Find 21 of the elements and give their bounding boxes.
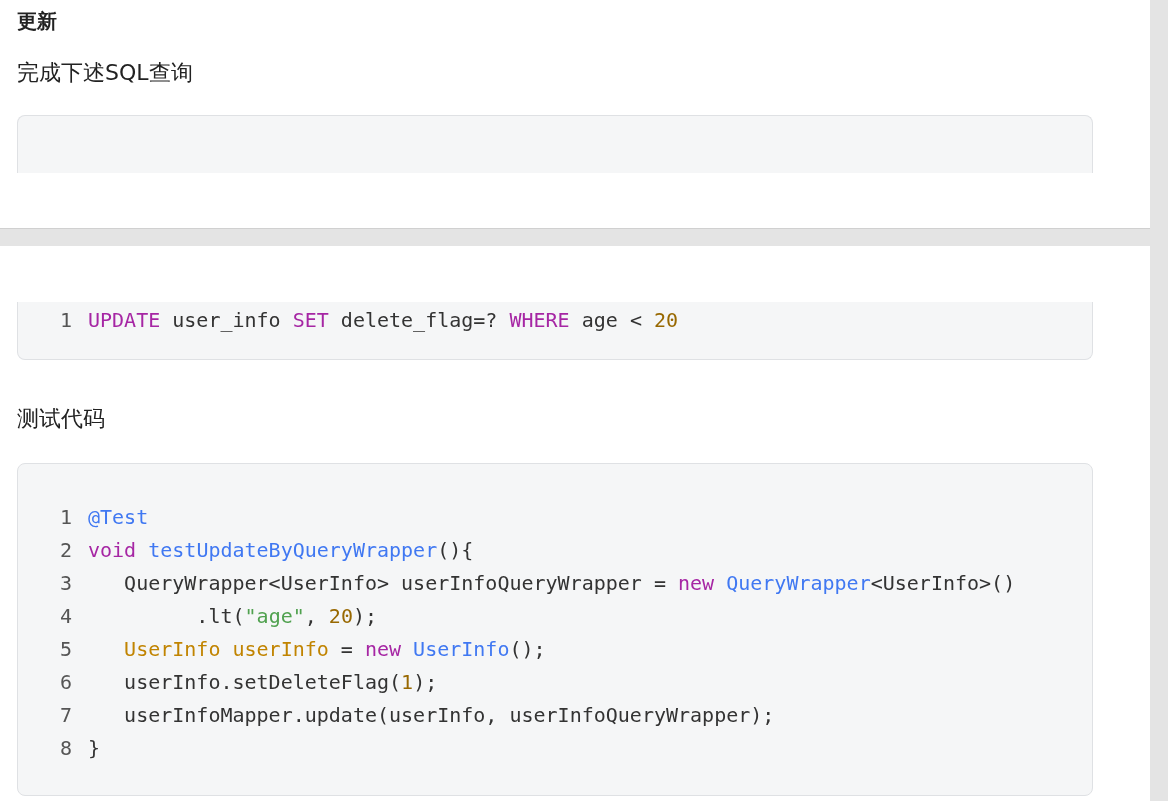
code-line: UserInfo userInfo = new UserInfo(); <box>123 636 546 663</box>
line-number: 3 <box>58 570 73 597</box>
code-line: .lt("age", 20); <box>195 603 378 630</box>
line-number: 2 <box>58 537 73 564</box>
paragraph: 测试代码 <box>17 405 106 433</box>
code-line: } <box>88 735 101 762</box>
line-number: 4 <box>58 603 73 630</box>
code-line: userInfoMapper.update(userInfo, userInfoQueryWrapper); <box>123 702 775 729</box>
line-number: 8 <box>58 735 73 762</box>
code-line: userInfo.setDeleteFlag(1); <box>123 669 438 696</box>
code-line: QueryWrapper<UserInfo> userInfoQueryWrapper = new QueryWrapper<UserInfo>() <box>123 570 1016 597</box>
paragraph: 完成下述SQL查询 <box>17 59 194 87</box>
line-number: 5 <box>58 636 73 663</box>
line-number: 1 <box>58 307 73 334</box>
code-line: void testUpdateByQueryWrapper(){ <box>88 537 474 564</box>
code-line: @Test <box>88 504 149 531</box>
section-heading: 更新 <box>17 8 58 35</box>
line-number: 7 <box>58 702 73 729</box>
line-number: 1 <box>58 504 73 531</box>
line-number: 6 <box>58 669 73 696</box>
code-line: UPDATE user_info SET delete_flag=? WHERE age < 20 <box>88 307 679 334</box>
